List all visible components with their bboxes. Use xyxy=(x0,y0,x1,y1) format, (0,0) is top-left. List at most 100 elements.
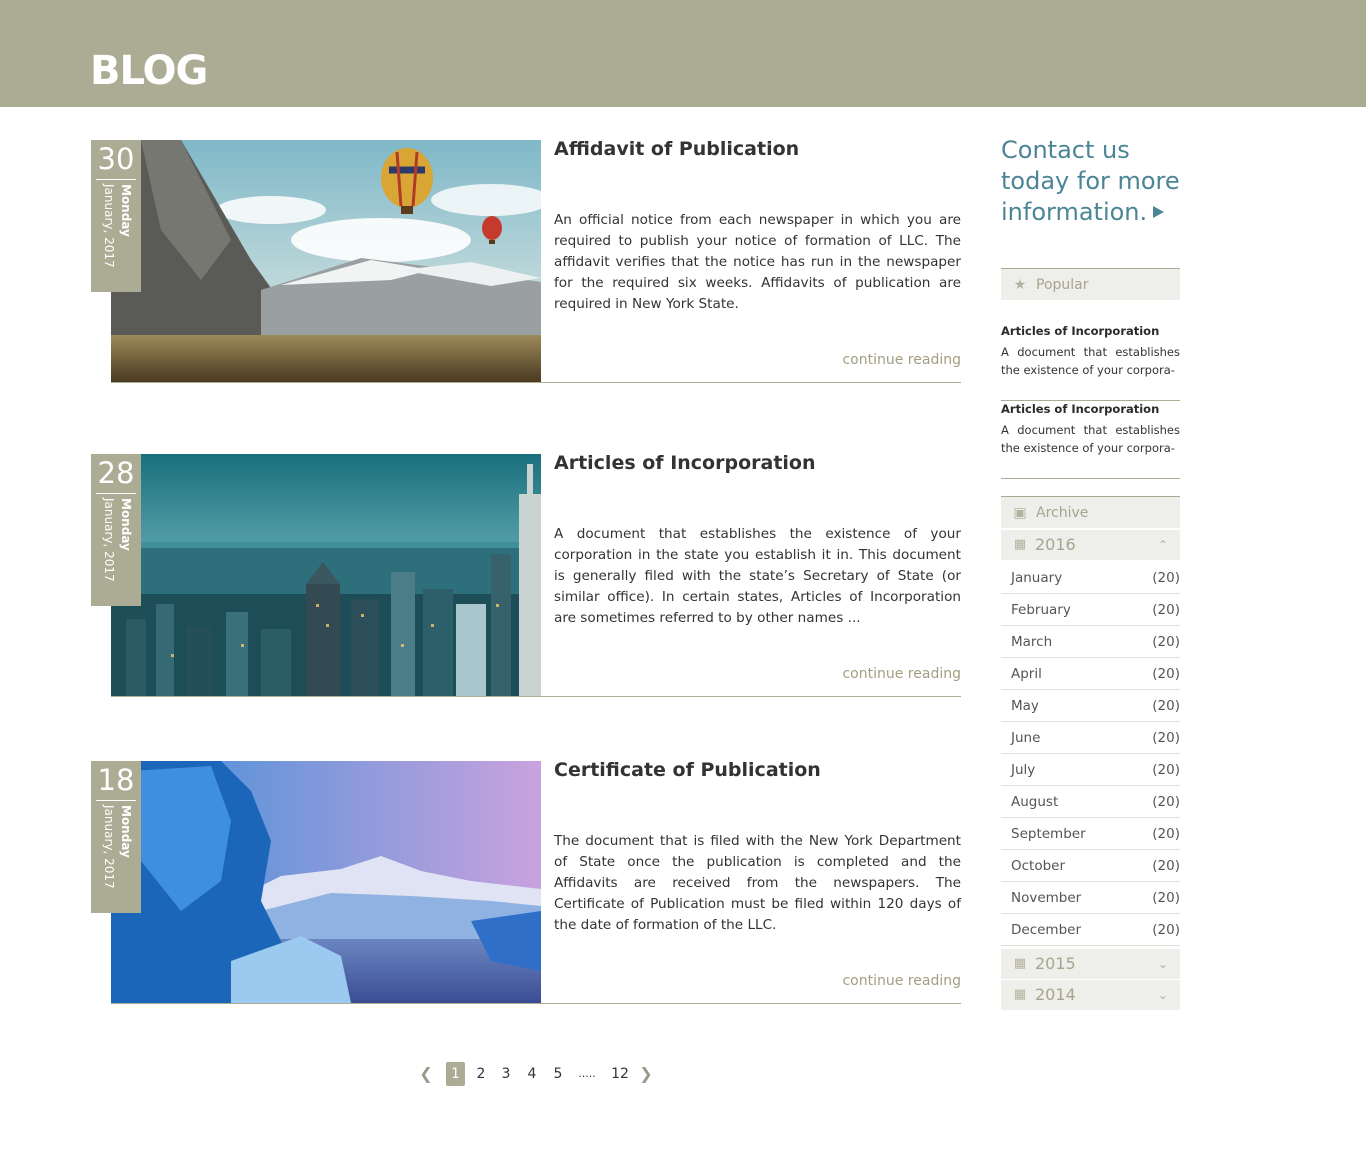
post-date-text: Monday January, 2017 xyxy=(98,184,134,288)
chevron-up-icon: ⌃ xyxy=(1157,538,1168,552)
archive-month[interactable]: January (20) xyxy=(1001,562,1180,594)
blog-post: 30 Monday January, 2017 Affidavit of Publ… xyxy=(91,140,961,383)
page-link[interactable]: 12 xyxy=(609,1062,631,1086)
date-divider xyxy=(96,493,136,494)
chevron-right-icon[interactable]: ❯ xyxy=(638,1062,654,1086)
archive-box-icon: ▣ xyxy=(1013,505,1027,521)
page-link[interactable]: 4 xyxy=(525,1062,539,1086)
continue-reading-link[interactable]: continue reading xyxy=(842,351,961,369)
post-date-text: Monday January, 2017 xyxy=(98,498,134,602)
post-month-year: January, 2017 xyxy=(102,498,116,582)
month-count: (20) xyxy=(1152,922,1180,938)
archive-month[interactable]: May (20) xyxy=(1001,690,1180,722)
month-count: (20) xyxy=(1152,602,1180,618)
page-ellipsis: ..... xyxy=(578,1067,596,1080)
month-name: March xyxy=(1011,634,1053,650)
chevron-down-icon: ⌄ xyxy=(1157,957,1168,971)
post-title[interactable]: Articles of Incorporation xyxy=(554,454,816,473)
month-name: August xyxy=(1011,794,1059,810)
post-weekday: Monday xyxy=(119,805,133,858)
date-divider xyxy=(96,179,136,180)
post-weekday: Monday xyxy=(119,498,133,551)
pagination: ❮ 1 2 3 4 5 ..... 12 ❯ xyxy=(416,1062,666,1088)
post-title[interactable]: Certificate of Publication xyxy=(554,761,821,780)
month-name: April xyxy=(1011,666,1042,682)
archive-year-label: 2015 xyxy=(1035,954,1076,973)
popular-item[interactable]: Articles of Incorporation A document tha… xyxy=(1001,323,1180,401)
month-count: (20) xyxy=(1152,634,1180,650)
archive-month[interactable]: November (20) xyxy=(1001,882,1180,914)
month-name: November xyxy=(1011,890,1082,906)
post-divider xyxy=(111,1003,961,1004)
page-link[interactable]: 5 xyxy=(551,1062,565,1086)
blog-post: 28 Monday January, 2017 Articles of Incor… xyxy=(91,454,961,697)
popular-item-title[interactable]: Articles of Incorporation xyxy=(1001,401,1159,417)
popular-item-title[interactable]: Articles of Incorporation xyxy=(1001,323,1159,339)
archive-month[interactable]: December (20) xyxy=(1001,914,1180,946)
archive-month[interactable]: February (20) xyxy=(1001,594,1180,626)
post-title[interactable]: Affidavit of Publication xyxy=(554,140,799,159)
month-name: December xyxy=(1011,922,1082,938)
month-count: (20) xyxy=(1152,794,1180,810)
month-name: July xyxy=(1011,762,1036,778)
archive-panel-header[interactable]: ▣ Archive xyxy=(1001,496,1180,528)
post-image[interactable] xyxy=(111,454,541,696)
archive-month[interactable]: March (20) xyxy=(1001,626,1180,658)
post-weekday: Monday xyxy=(119,184,133,237)
popular-panel-header[interactable]: ★ Popular xyxy=(1001,268,1180,300)
post-date: 28 Monday January, 2017 xyxy=(91,454,141,606)
month-count: (20) xyxy=(1152,826,1180,842)
popular-item-excerpt: A document that establishes the existenc… xyxy=(1001,423,1180,455)
archive-month[interactable]: April (20) xyxy=(1001,658,1180,690)
continue-reading-link[interactable]: continue reading xyxy=(842,972,961,990)
month-count: (20) xyxy=(1152,762,1180,778)
popular-item-excerpt: A document that establishes the existenc… xyxy=(1001,345,1180,377)
month-name: February xyxy=(1011,602,1071,618)
archive-year-label: 2014 xyxy=(1035,985,1076,1004)
archive-year-2016[interactable]: ▦ 2016 ⌃ xyxy=(1001,530,1180,560)
month-count: (20) xyxy=(1152,698,1180,714)
post-image[interactable] xyxy=(111,761,541,1003)
star-icon: ★ xyxy=(1013,277,1027,293)
post-image[interactable] xyxy=(111,140,541,382)
archive-year-2014[interactable]: ▦ 2014 ⌄ xyxy=(1001,980,1180,1010)
post-month-year: January, 2017 xyxy=(102,184,116,268)
page-link[interactable]: 2 xyxy=(474,1062,488,1086)
post-excerpt: The document that is filed with the New … xyxy=(554,833,961,933)
chevron-left-icon[interactable]: ❮ xyxy=(418,1062,434,1086)
page-link-current[interactable]: 1 xyxy=(446,1062,465,1086)
page-title: BLOG xyxy=(90,48,208,94)
month-name: January xyxy=(1011,570,1063,586)
continue-reading-link[interactable]: continue reading xyxy=(842,665,961,683)
archive-month[interactable]: August (20) xyxy=(1001,786,1180,818)
play-arrow-icon xyxy=(1153,206,1165,218)
archive-month-list: January (20) February (20) March (20) April… xyxy=(1001,562,1180,946)
archive-year-label: 2016 xyxy=(1035,535,1076,554)
archive-year-2015[interactable]: ▦ 2015 ⌄ xyxy=(1001,949,1180,979)
post-divider xyxy=(111,382,961,383)
archive-month[interactable]: June (20) xyxy=(1001,722,1180,754)
month-count: (20) xyxy=(1152,730,1180,746)
month-name: September xyxy=(1011,826,1086,842)
month-name: May xyxy=(1011,698,1039,714)
month-name: October xyxy=(1011,858,1066,874)
post-excerpt: An official notice from each newspaper i… xyxy=(554,212,961,312)
post-excerpt: A document that establishes the existenc… xyxy=(554,526,961,626)
popular-label: Popular xyxy=(1036,277,1089,293)
date-divider xyxy=(96,800,136,801)
archive-month[interactable]: July (20) xyxy=(1001,754,1180,786)
archive-month[interactable]: October (20) xyxy=(1001,850,1180,882)
contact-cta-link[interactable]: Contact us today for more information. xyxy=(1001,135,1201,228)
archive-month[interactable]: September (20) xyxy=(1001,818,1180,850)
post-day: 30 xyxy=(97,142,135,176)
popular-item[interactable]: Articles of Incorporation A document tha… xyxy=(1001,401,1180,479)
post-day: 18 xyxy=(97,763,135,797)
month-count: (20) xyxy=(1152,890,1180,906)
calendar-icon: ▦ xyxy=(1013,956,1027,971)
post-month-year: January, 2017 xyxy=(102,805,116,889)
post-date: 30 Monday January, 2017 xyxy=(91,140,141,292)
chevron-down-icon: ⌄ xyxy=(1157,988,1168,1002)
calendar-icon: ▦ xyxy=(1013,537,1027,552)
archive-label: Archive xyxy=(1036,505,1089,521)
page-link[interactable]: 3 xyxy=(499,1062,513,1086)
